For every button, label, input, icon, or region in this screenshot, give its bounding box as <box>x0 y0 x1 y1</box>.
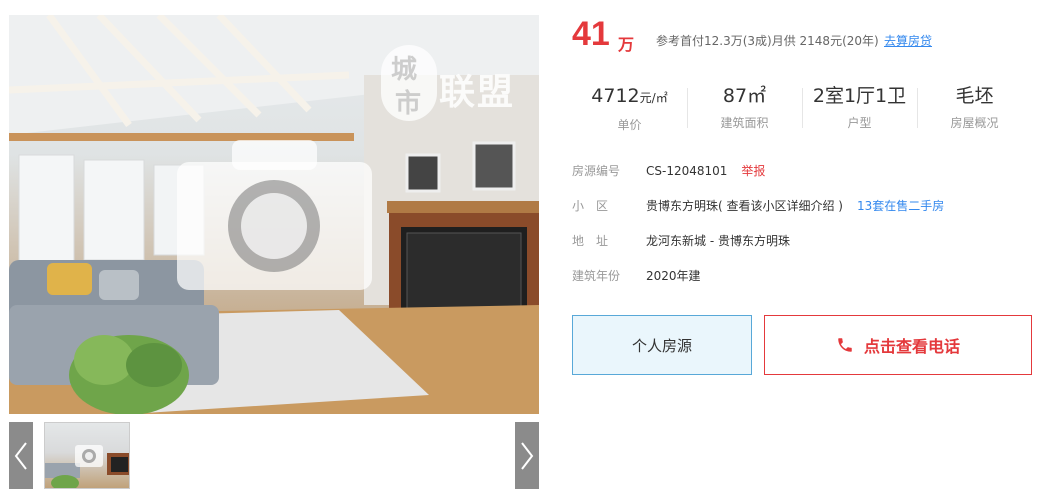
stat-label: 单价 <box>617 118 642 132</box>
thumbnail-image[interactable] <box>44 422 130 489</box>
stat-unit-price: 4712元/㎡ 单价 <box>572 80 687 142</box>
key-stats: 4712元/㎡ 单价 87㎡ 建筑面积 2室1厅1卫 户型 毛坯 房屋概况 <box>572 80 1034 142</box>
photo-gallery: 城 市 联盟 <box>9 15 539 489</box>
mortgage-calculator-link[interactable]: 去算房贷 <box>884 32 932 49</box>
chevron-right-icon <box>521 441 534 470</box>
view-phone-button[interactable]: 点击查看电话 <box>764 315 1032 375</box>
detail-key: 小 区 <box>572 199 609 213</box>
listing-id: CS-12048101 <box>646 164 728 178</box>
build-year-value: 2020年建 <box>646 269 701 283</box>
total-price: 41 <box>572 15 610 53</box>
stat-value: 87㎡ <box>722 85 767 107</box>
listing-info: 41 万 参考首付12.3万(3成)月供 2148元(20年) 去算房贷 471… <box>572 0 1034 500</box>
detail-value: CS-12048101 举报 <box>646 162 765 180</box>
detail-key: 地 址 <box>572 234 609 248</box>
watermark-brand: 联盟 <box>439 72 516 113</box>
address-value: 龙河东新城 - 贵博东方明珠 <box>646 234 790 248</box>
stat-label: 建筑面积 <box>720 116 769 130</box>
view-phone-label: 点击查看电话 <box>863 337 960 356</box>
payment-reference: 参考首付12.3万(3成)月供 2148元(20年) <box>656 34 879 48</box>
detail-row-listing-id: 房源编号 CS-12048101 举报 <box>572 162 1034 197</box>
price-row: 41 万 参考首付12.3万(3成)月供 2148元(20年) 去算房贷 <box>572 16 1034 56</box>
stat-condition: 毛坯 房屋概况 <box>917 80 1032 142</box>
detail-key: 建筑年份 <box>572 269 621 283</box>
stat-label: 房屋概况 <box>950 116 999 130</box>
thumbnail-photo <box>45 445 129 488</box>
report-link[interactable]: 举报 <box>741 164 765 178</box>
watermark-char-top: 城 <box>391 55 418 85</box>
stat-area: 87㎡ 建筑面积 <box>687 80 802 142</box>
gallery-next-button[interactable] <box>515 422 539 489</box>
chevron-left-icon <box>14 441 27 470</box>
detail-key: 房源编号 <box>572 164 621 178</box>
camera-icon <box>177 140 372 290</box>
community-link[interactable]: 贵博东方明珠( 查看该小区详细介绍 ) <box>646 199 843 213</box>
watermark-logo: 城 市 联盟 <box>381 43 521 123</box>
gallery-prev-button[interactable] <box>9 422 33 489</box>
phone-icon <box>836 336 854 354</box>
detail-row-build-year: 建筑年份 2020年建 <box>572 267 1034 302</box>
watermark-char-bottom: 市 <box>395 89 422 119</box>
listing-details: 房源编号 CS-12048101 举报 小 区 贵博东方明珠( 查看该小区详细介绍… <box>572 162 1034 302</box>
stat-value: 2室1厅1卫 <box>812 85 907 107</box>
stat-layout: 2室1厅1卫 户型 <box>802 80 917 142</box>
thumbnail-strip <box>9 422 539 489</box>
detail-value: 贵博东方明珠( 查看该小区详细介绍 ) 13套在售二手房 <box>646 197 944 215</box>
listings-for-sale-link[interactable]: 13套在售二手房 <box>857 199 944 213</box>
stat-label: 户型 <box>847 116 872 130</box>
price-unit: 万 <box>618 35 635 54</box>
action-buttons: 个人房源 点击查看电话 <box>572 315 1034 375</box>
main-photo[interactable]: 城 市 联盟 <box>9 15 539 414</box>
detail-row-community: 小 区 贵博东方明珠( 查看该小区详细介绍 ) 13套在售二手房 <box>572 197 1034 232</box>
stat-value: 4712元/㎡ <box>591 85 668 107</box>
personal-listing-label: 个人房源 <box>631 336 692 355</box>
detail-row-address: 地 址 龙河东新城 - 贵博东方明珠 <box>572 232 1034 267</box>
stat-value: 毛坯 <box>955 85 994 107</box>
personal-listing-button[interactable]: 个人房源 <box>572 315 752 375</box>
